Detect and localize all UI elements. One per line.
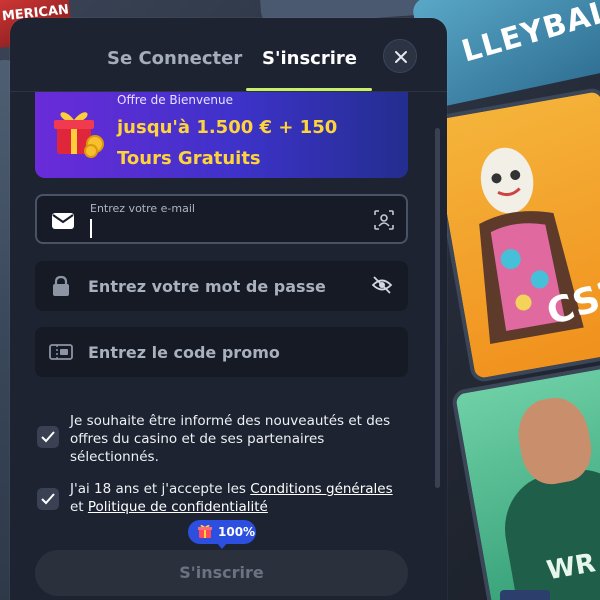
password-field[interactable] [35, 261, 408, 311]
game-tile-cs2: CS2 [425, 86, 600, 384]
terms-consent-checkbox[interactable] [37, 488, 59, 510]
text-cursor [90, 219, 92, 238]
gift-icon [198, 524, 212, 538]
terms-text-middle: et [70, 499, 88, 515]
scrollbar[interactable] [435, 128, 440, 488]
offer-amount: jusqu'à 1.500 € + 150 Tours Gratuits [117, 117, 338, 169]
active-tab-indicator [246, 88, 372, 91]
check-icon [41, 431, 55, 443]
envelope-icon [52, 213, 74, 229]
register-submit-button[interactable]: S'inscrire [35, 550, 408, 596]
terms-text-before: J'ai 18 ans et j'accepte les [70, 481, 251, 497]
game-tile-volleyball-title: LLEYBALL [457, 0, 600, 70]
email-field[interactable]: Entrez votre e-mail [35, 194, 408, 244]
tab-login[interactable]: Se Connecter [107, 48, 242, 69]
terms-link[interactable]: Conditions générales [250, 481, 392, 497]
contact-scan-icon[interactable] [373, 209, 395, 231]
cs2-character-image [479, 147, 584, 344]
close-button[interactable] [383, 39, 417, 73]
bonus-progress-value: 100% [218, 525, 256, 539]
form-scroll-area[interactable]: Offre de Bienvenue jusqu'à 1.500 € + 150… [10, 92, 447, 600]
marketing-consent-text: Je souhaite être informé des nouveautés … [70, 413, 391, 465]
marketing-consent-checkbox[interactable] [37, 426, 59, 448]
ticket-icon [49, 344, 73, 360]
check-icon [41, 493, 55, 505]
eye-off-icon[interactable] [371, 274, 393, 296]
promo-code-field[interactable] [35, 327, 408, 377]
auth-tabs: Se Connecter S'inscrire [10, 18, 447, 92]
bonus-progress-badge: 100% [188, 520, 256, 544]
privacy-policy-link[interactable]: Politique de confidentialité [88, 499, 268, 515]
welcome-offer-banner: Offre de Bienvenue jusqu'à 1.500 € + 150… [35, 92, 408, 178]
offer-subtitle: Offre de Bienvenue [117, 93, 234, 107]
badge-pointer [216, 542, 228, 549]
password-input[interactable] [88, 261, 358, 311]
tab-register[interactable]: S'inscrire [262, 48, 357, 69]
terms-consent-text: J'ai 18 ans et j'accepte les Conditions … [70, 480, 410, 516]
game-tile-bottom [500, 590, 550, 600]
register-modal: Se Connecter S'inscrire Offre de Bienven… [10, 18, 447, 600]
game-tile-wrestling: WR [450, 362, 600, 600]
lock-icon [53, 275, 69, 296]
gift-icon [54, 112, 104, 158]
close-icon [395, 51, 407, 63]
promo-code-input[interactable] [88, 327, 358, 377]
email-label: Entrez votre e-mail [90, 202, 195, 215]
